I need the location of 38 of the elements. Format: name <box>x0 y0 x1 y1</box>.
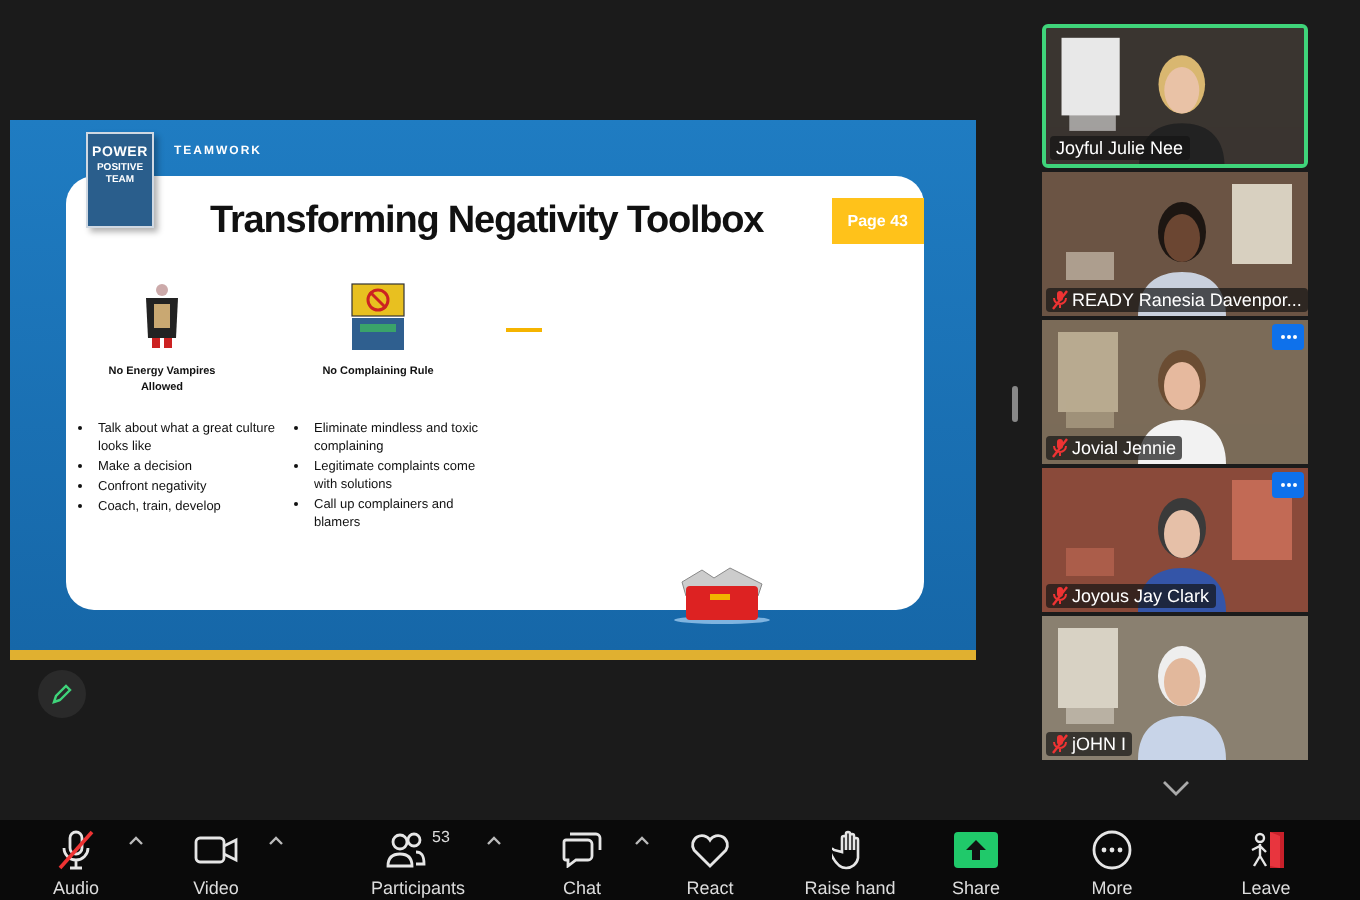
caret-icon <box>268 836 284 846</box>
participant-name: Joyous Jay Clark <box>1072 586 1210 606</box>
video-button[interactable]: Video <box>168 820 264 900</box>
participant-name: Jovial Jennie <box>1072 438 1177 458</box>
audio-button[interactable]: Audio <box>28 820 124 900</box>
ellipsis-icon <box>1279 334 1297 340</box>
camera-icon <box>194 836 238 864</box>
more-icon <box>1092 830 1132 870</box>
caret-icon <box>128 836 144 846</box>
chat-icon <box>562 832 602 868</box>
toolbox-drawing <box>670 566 774 626</box>
people-icon <box>386 832 427 868</box>
more-options-button[interactable] <box>1272 324 1304 350</box>
more-options-button[interactable] <box>1272 472 1304 498</box>
share-screen-icon <box>954 832 998 868</box>
participant-name: jOHN I <box>1072 734 1126 754</box>
chat-button[interactable]: Chat <box>534 820 630 900</box>
slide-title: Transforming Negativity Toolbox <box>210 200 764 244</box>
ellipsis-icon <box>1279 482 1297 488</box>
pencil-icon <box>50 682 74 706</box>
leave-button[interactable]: Leave <box>1218 820 1314 900</box>
caret-icon <box>486 836 502 846</box>
more-button[interactable]: More <box>1064 820 1160 900</box>
annotate-button[interactable] <box>38 670 86 718</box>
participant-name: READY Ranesia Davenpor... <box>1072 290 1302 310</box>
heart-icon <box>690 832 730 868</box>
exit-door-icon <box>1246 830 1286 870</box>
resize-handle[interactable] <box>1011 386 1017 422</box>
participant-name: Joyful Julie Nee <box>1056 138 1184 158</box>
react-button[interactable]: React <box>662 820 758 900</box>
participants-button[interactable]: 53 Participants <box>354 820 482 900</box>
participant-count: 53 <box>432 828 450 846</box>
accent-dash <box>506 328 542 332</box>
page-badge: Page 43 <box>831 198 924 244</box>
caret-icon <box>634 836 650 846</box>
raise-button[interactable]: Raise hand <box>794 820 906 900</box>
share-button[interactable]: Share <box>928 820 1024 900</box>
chevron-down-icon <box>1161 780 1189 796</box>
